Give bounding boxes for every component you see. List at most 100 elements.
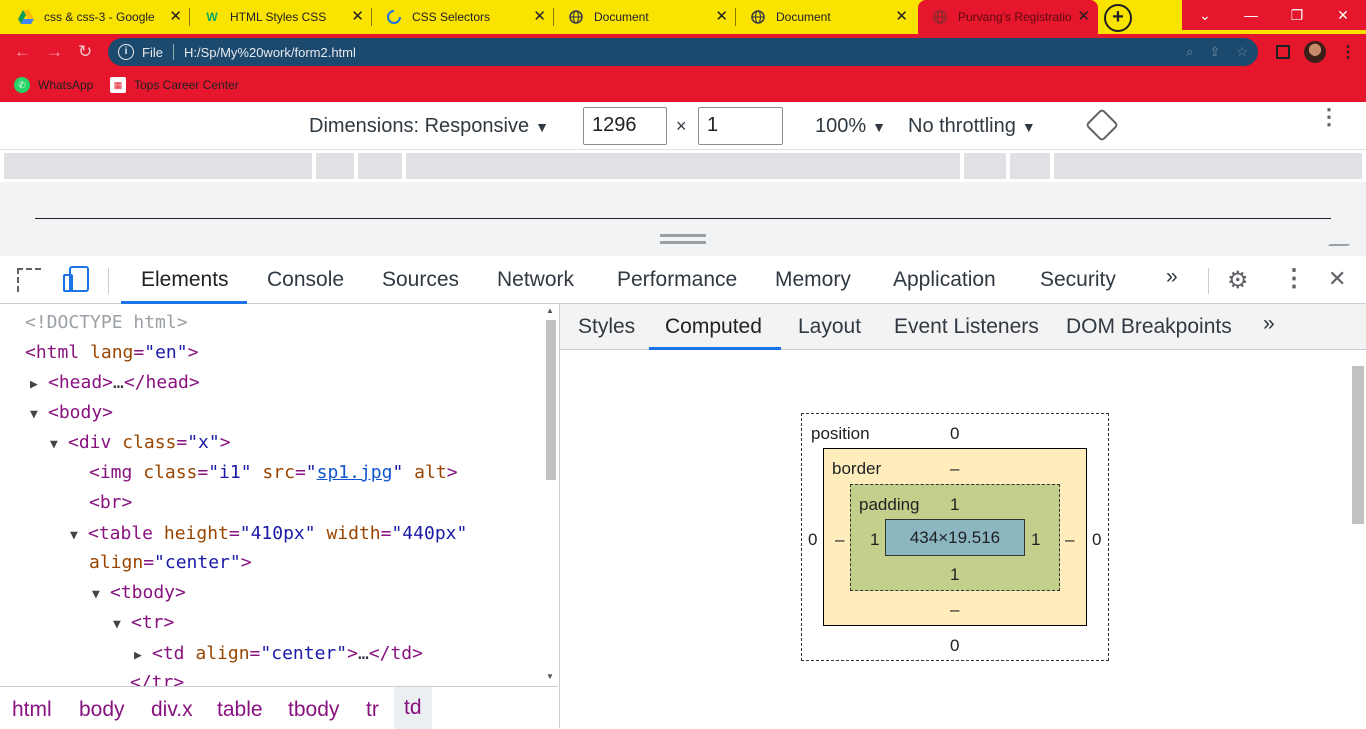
- bookmark-star-icon[interactable]: ☆: [1236, 44, 1248, 60]
- media-query-segment[interactable]: [358, 153, 402, 179]
- close-icon[interactable]: ✕: [895, 9, 908, 24]
- media-query-segment[interactable]: [1010, 153, 1050, 179]
- crumb-div[interactable]: div.x: [151, 698, 193, 722]
- dom-node-doctype[interactable]: <!DOCTYPE html>: [25, 312, 188, 333]
- resize-handle[interactable]: [660, 234, 706, 244]
- more-tabs-chevron-icon[interactable]: »: [1166, 265, 1178, 289]
- rotate-icon[interactable]: [1085, 108, 1119, 142]
- border-top-value[interactable]: –: [950, 459, 959, 479]
- browser-tab[interactable]: Document ✕: [736, 0, 916, 34]
- browser-tab-active[interactable]: Purvang's Registratio ✕: [918, 0, 1098, 34]
- position-right-value[interactable]: 0: [1092, 530, 1101, 550]
- menu-dots-icon[interactable]: ⋮: [1340, 42, 1356, 62]
- padding-left-value[interactable]: 1: [870, 530, 879, 550]
- new-tab-button[interactable]: +: [1104, 4, 1132, 32]
- dom-node-tr[interactable]: ▼ <tr>: [113, 612, 174, 633]
- crumb-body[interactable]: body: [79, 698, 125, 722]
- tab-network[interactable]: Network: [497, 268, 574, 292]
- restore-button[interactable]: ❐: [1274, 0, 1320, 30]
- dom-node-br[interactable]: <br>: [89, 492, 132, 513]
- dom-node-td[interactable]: ▶ <td align="center">…</td>: [134, 643, 423, 664]
- info-icon[interactable]: i: [118, 44, 134, 60]
- tab-security[interactable]: Security: [1040, 268, 1116, 292]
- address-bar[interactable]: i File H:/Sp/My%20work/form2.html ⌕ ⇪ ☆: [108, 38, 1258, 66]
- close-devtools-icon[interactable]: ✕: [1328, 266, 1346, 292]
- tab-console[interactable]: Console: [267, 268, 344, 292]
- height-input[interactable]: 1: [698, 107, 783, 145]
- padding-bottom-value[interactable]: 1: [950, 565, 959, 585]
- crumb-table[interactable]: table: [217, 698, 263, 722]
- throttling-dropdown[interactable]: No throttling ▼: [908, 115, 1036, 138]
- position-left-value[interactable]: 0: [808, 530, 817, 550]
- tab-computed[interactable]: Computed: [665, 315, 762, 339]
- corner-resize-icon[interactable]: [1328, 226, 1366, 246]
- dom-node-table-cont[interactable]: align="center">: [89, 552, 252, 573]
- zoom-dropdown[interactable]: 100% ▼: [815, 115, 886, 138]
- computed-scrollbar[interactable]: [1350, 350, 1366, 728]
- media-query-segment[interactable]: [316, 153, 354, 179]
- browser-tab[interactable]: Document ✕: [554, 0, 736, 34]
- reload-icon[interactable]: ↻: [78, 42, 92, 62]
- tab-elements[interactable]: Elements: [141, 268, 229, 292]
- dom-node-table[interactable]: ▼ <table height="410px" width="440px": [70, 523, 467, 544]
- box-model-content[interactable]: 434×19.516: [885, 519, 1025, 556]
- browser-tab[interactable]: W HTML Styles CSS ✕: [190, 0, 372, 34]
- dom-node-tbody[interactable]: ▼ <tbody>: [92, 582, 186, 603]
- more-tabs-chevron-icon[interactable]: »: [1263, 312, 1275, 336]
- tab-event-listeners[interactable]: Event Listeners: [894, 315, 1039, 339]
- forward-arrow-icon[interactable]: →: [46, 42, 63, 62]
- tab-layout[interactable]: Layout: [798, 315, 861, 339]
- dom-node-tr-close[interactable]: </tr>: [130, 672, 184, 686]
- crumb-html[interactable]: html: [12, 698, 52, 722]
- padding-top-value[interactable]: 1: [950, 495, 959, 515]
- browser-tab[interactable]: CSS Selectors ✕: [372, 0, 554, 34]
- scroll-thumb[interactable]: [1352, 366, 1364, 524]
- browser-tab[interactable]: css & css-3 - Google D ✕: [4, 0, 190, 34]
- position-bottom-value[interactable]: 0: [950, 636, 959, 656]
- back-arrow-icon[interactable]: ←: [14, 42, 31, 62]
- more-options-icon[interactable]: ⋮: [1318, 106, 1340, 128]
- customize-dots-icon[interactable]: ⋮: [1282, 264, 1306, 293]
- dom-node-img[interactable]: <img class="i1" src="sp1.jpg" alt>: [89, 462, 458, 483]
- dom-node-div[interactable]: ▼ <div class="x">: [50, 432, 231, 453]
- side-panel-icon[interactable]: [1276, 45, 1290, 59]
- border-left-value[interactable]: –: [835, 530, 844, 550]
- tab-styles[interactable]: Styles: [578, 315, 635, 339]
- share-icon[interactable]: ⇪: [1209, 44, 1220, 60]
- avatar[interactable]: [1304, 41, 1326, 63]
- media-query-segment[interactable]: [4, 153, 312, 179]
- zoom-icon[interactable]: ⌕: [1186, 44, 1193, 60]
- tab-performance[interactable]: Performance: [617, 268, 737, 292]
- device-toggle-icon[interactable]: [63, 266, 89, 294]
- elements-scrollbar[interactable]: ▲ ▼: [544, 304, 558, 686]
- inspect-element-icon[interactable]: [17, 268, 41, 292]
- dom-node-head[interactable]: ▶ <head>…</head>: [30, 372, 200, 393]
- close-icon[interactable]: ✕: [715, 9, 728, 24]
- tab-sources[interactable]: Sources: [382, 268, 459, 292]
- tab-dom-breakpoints[interactable]: DOM Breakpoints: [1066, 315, 1232, 339]
- settings-gear-icon[interactable]: ⚙: [1227, 266, 1249, 295]
- crumb-td[interactable]: td: [394, 687, 432, 729]
- dom-node-body[interactable]: ▼ <body>: [30, 402, 113, 423]
- media-query-segment[interactable]: [964, 153, 1006, 179]
- position-top-value[interactable]: 0: [950, 424, 959, 444]
- close-icon[interactable]: ✕: [169, 9, 182, 24]
- close-icon[interactable]: ✕: [1077, 9, 1090, 24]
- media-query-segment[interactable]: [1054, 153, 1362, 179]
- close-icon[interactable]: ✕: [533, 9, 546, 24]
- padding-right-value[interactable]: 1: [1031, 530, 1040, 550]
- width-input[interactable]: 1296: [583, 107, 667, 145]
- border-right-value[interactable]: –: [1065, 530, 1074, 550]
- tab-search-chevron-icon[interactable]: ⌄: [1182, 0, 1228, 30]
- dom-node-html[interactable]: <html lang="en">: [25, 342, 198, 363]
- close-icon[interactable]: ✕: [351, 9, 364, 24]
- crumb-tr[interactable]: tr: [366, 698, 379, 722]
- media-query-segment[interactable]: [406, 153, 960, 179]
- border-bottom-value[interactable]: –: [950, 600, 959, 620]
- tab-application[interactable]: Application: [893, 268, 996, 292]
- minimize-button[interactable]: —: [1228, 0, 1274, 30]
- scroll-thumb[interactable]: [546, 320, 556, 480]
- crumb-tbody[interactable]: tbody: [288, 698, 339, 722]
- bookmark-tops[interactable]: ▦ Tops Career Center: [110, 77, 239, 93]
- window-close-button[interactable]: ✕: [1320, 0, 1366, 30]
